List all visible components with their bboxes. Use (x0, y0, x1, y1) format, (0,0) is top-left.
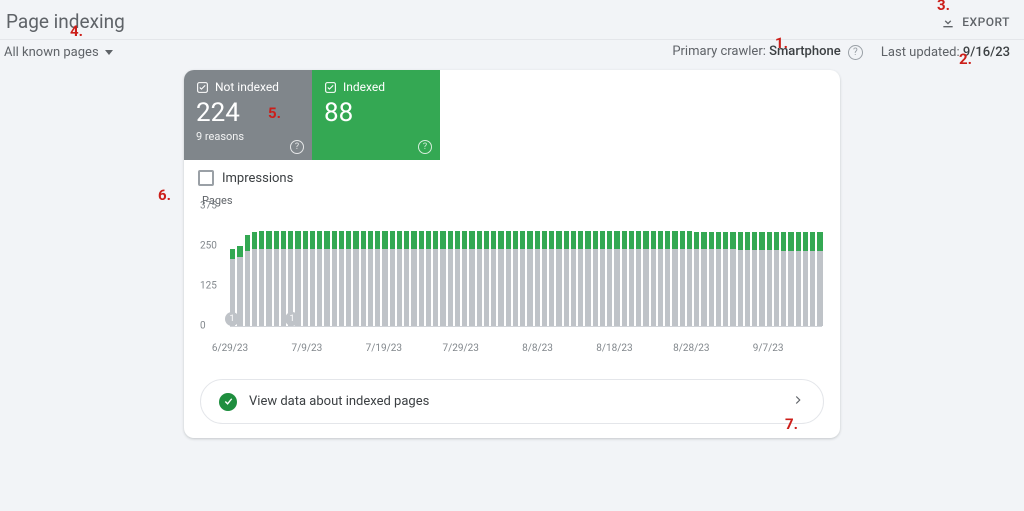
help-icon[interactable]: ? (418, 140, 432, 154)
tile-indexed-label: Indexed (343, 80, 385, 94)
scope-dropdown[interactable]: All known pages (4, 45, 113, 60)
chevron-right-icon (791, 392, 805, 411)
export-label: EXPORT (962, 15, 1010, 29)
page-title: Page indexing (6, 10, 125, 33)
check-circle-icon (219, 393, 237, 411)
indexing-card: Not indexed 224 9 reasons ? Indexed 88 ?… (184, 70, 840, 438)
filter-bar: All known pages Primary crawler: Smartph… (0, 39, 1024, 70)
help-icon[interactable]: ? (290, 140, 304, 154)
cta-text: View data about indexed pages (249, 394, 429, 409)
view-indexed-pages-button[interactable]: View data about indexed pages (200, 379, 824, 424)
chart: Pages 0125250375 6/29/237/9/237/19/237/2… (184, 190, 840, 357)
primary-crawler-label: Primary crawler: (672, 44, 766, 59)
impressions-toggle[interactable]: Impressions (184, 160, 840, 190)
tile-indexed[interactable]: Indexed 88 ? (312, 70, 440, 160)
checkbox-checked-icon (196, 81, 209, 94)
last-updated-value: 9/16/23 (963, 45, 1010, 60)
primary-crawler-value: Smartphone (769, 44, 841, 59)
last-updated: Last updated: 9/16/23 (881, 45, 1010, 60)
annotation-6: 6. (158, 186, 171, 204)
export-button[interactable]: EXPORT (940, 14, 1010, 30)
scope-label: All known pages (4, 45, 99, 60)
download-icon (940, 14, 956, 30)
tile-not-indexed-count: 224 (196, 98, 300, 128)
content: Not indexed 224 9 reasons ? Indexed 88 ?… (0, 70, 1024, 438)
primary-crawler: Primary crawler: Smartphone ? (672, 44, 863, 60)
chart-xaxis: 6/29/237/9/237/19/237/29/238/8/238/18/23… (230, 343, 822, 357)
impressions-label: Impressions (222, 171, 293, 186)
tile-not-indexed-label: Not indexed (215, 80, 279, 94)
tile-not-indexed-sub: 9 reasons (196, 130, 300, 143)
chart-ylabel: Pages (202, 194, 822, 207)
checkbox-icon (198, 170, 214, 186)
chart-bars: 0125250375 (230, 207, 822, 327)
tile-not-indexed[interactable]: Not indexed 224 9 reasons ? (184, 70, 312, 160)
checkbox-checked-icon (324, 81, 337, 94)
header: Page indexing EXPORT (0, 0, 1024, 39)
help-icon[interactable]: ? (848, 45, 863, 60)
last-updated-label: Last updated: (881, 45, 960, 60)
tile-indexed-count: 88 (324, 98, 428, 128)
status-tiles: Not indexed 224 9 reasons ? Indexed 88 ? (184, 70, 840, 160)
chevron-down-icon (105, 50, 113, 55)
